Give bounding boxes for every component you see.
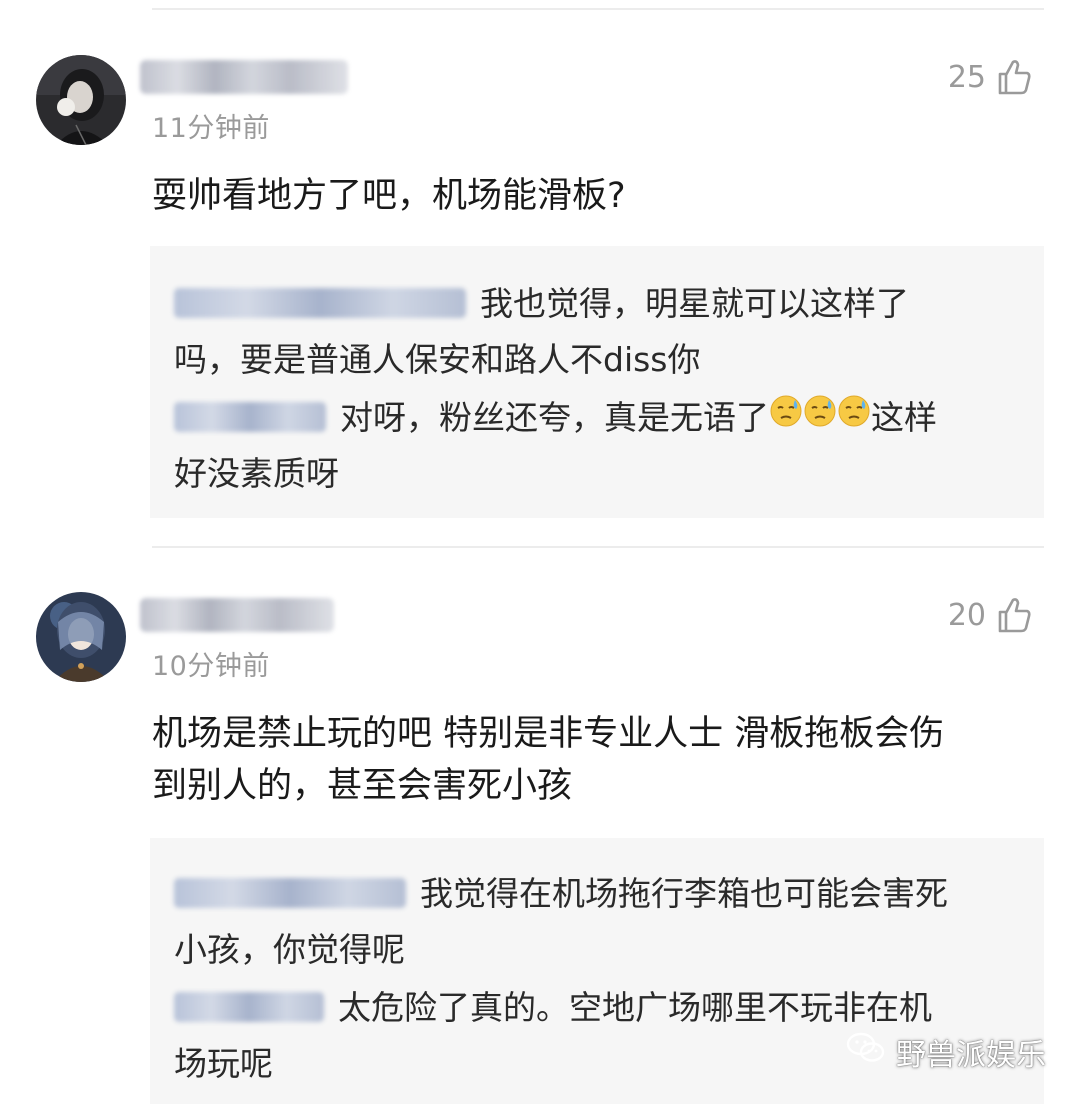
comment-text: 耍帅看地方了吧，机场能滑板? bbox=[152, 176, 626, 216]
reply-username-redacted[interactable] bbox=[174, 991, 324, 1022]
username-redacted[interactable] bbox=[140, 60, 348, 94]
reply-text: 我也觉得，明星就可以这样了 bbox=[480, 284, 909, 323]
reply-text-cont: 吗，要是普通人保安和路人不diss你 bbox=[174, 340, 701, 379]
comment-time: 10分钟前 bbox=[152, 651, 270, 682]
sweat-face-emoji bbox=[769, 389, 803, 445]
reply-item: 我觉得在机场拖行李箱也可能会害死 小孩，你觉得呢 bbox=[174, 866, 1014, 978]
reply-username-redacted[interactable] bbox=[174, 401, 326, 432]
comment-text-line: 机场是禁止玩的吧 特别是非专业人士 滑板拖板会伤 bbox=[152, 714, 945, 754]
like-count: 20 bbox=[947, 597, 986, 633]
sweat-face-emoji bbox=[837, 389, 871, 445]
like-count: 25 bbox=[947, 59, 986, 95]
top-divider bbox=[152, 8, 1044, 10]
like-group[interactable]: 20 bbox=[948, 596, 1032, 634]
thumbs-up-icon[interactable] bbox=[996, 596, 1032, 634]
watermark-text: 野兽派娱乐 bbox=[896, 1038, 1046, 1073]
reply-text: 这样 bbox=[871, 398, 937, 437]
thumbs-up-icon[interactable] bbox=[996, 58, 1032, 96]
comment-text: 机场是禁止玩的吧 特别是非专业人士 滑板拖板会伤 到别人的，甚至会害死小孩 bbox=[152, 708, 1042, 812]
comment-divider bbox=[152, 546, 1044, 548]
reply-item: 我也觉得，明星就可以这样了 吗，要是普通人保安和路人不diss你 bbox=[174, 276, 1014, 388]
sweat-face-emoji bbox=[803, 389, 837, 445]
reply-username-redacted[interactable] bbox=[174, 287, 466, 318]
reply-text: 太危险了真的。空地广场哪里不玩非在机 bbox=[338, 988, 932, 1027]
comment-time: 11分钟前 bbox=[152, 113, 270, 144]
reply-text: 我觉得在机场拖行李箱也可能会害死 bbox=[420, 874, 948, 913]
username-redacted[interactable] bbox=[140, 598, 334, 632]
reply-box: 我也觉得，明星就可以这样了 吗，要是普通人保安和路人不diss你 对呀，粉丝还夸… bbox=[150, 246, 1044, 518]
wechat-icon bbox=[846, 1031, 886, 1073]
like-group[interactable]: 25 bbox=[948, 58, 1032, 96]
watermark: 野兽派娱乐 bbox=[846, 1030, 1046, 1074]
comment-text-line: 到别人的，甚至会害死小孩 bbox=[152, 766, 573, 806]
reply-item: 对呀，粉丝还夸，真是无语了 这样 好没素质呀 bbox=[174, 390, 1014, 502]
reply-username-redacted[interactable] bbox=[174, 877, 406, 908]
reply-text: 对呀，粉丝还夸，真是无语了 bbox=[340, 398, 769, 437]
reply-text-cont: 好没素质呀 bbox=[174, 454, 339, 493]
avatar[interactable] bbox=[36, 592, 126, 682]
reply-text-cont: 小孩，你觉得呢 bbox=[174, 930, 405, 969]
avatar[interactable] bbox=[36, 55, 126, 145]
